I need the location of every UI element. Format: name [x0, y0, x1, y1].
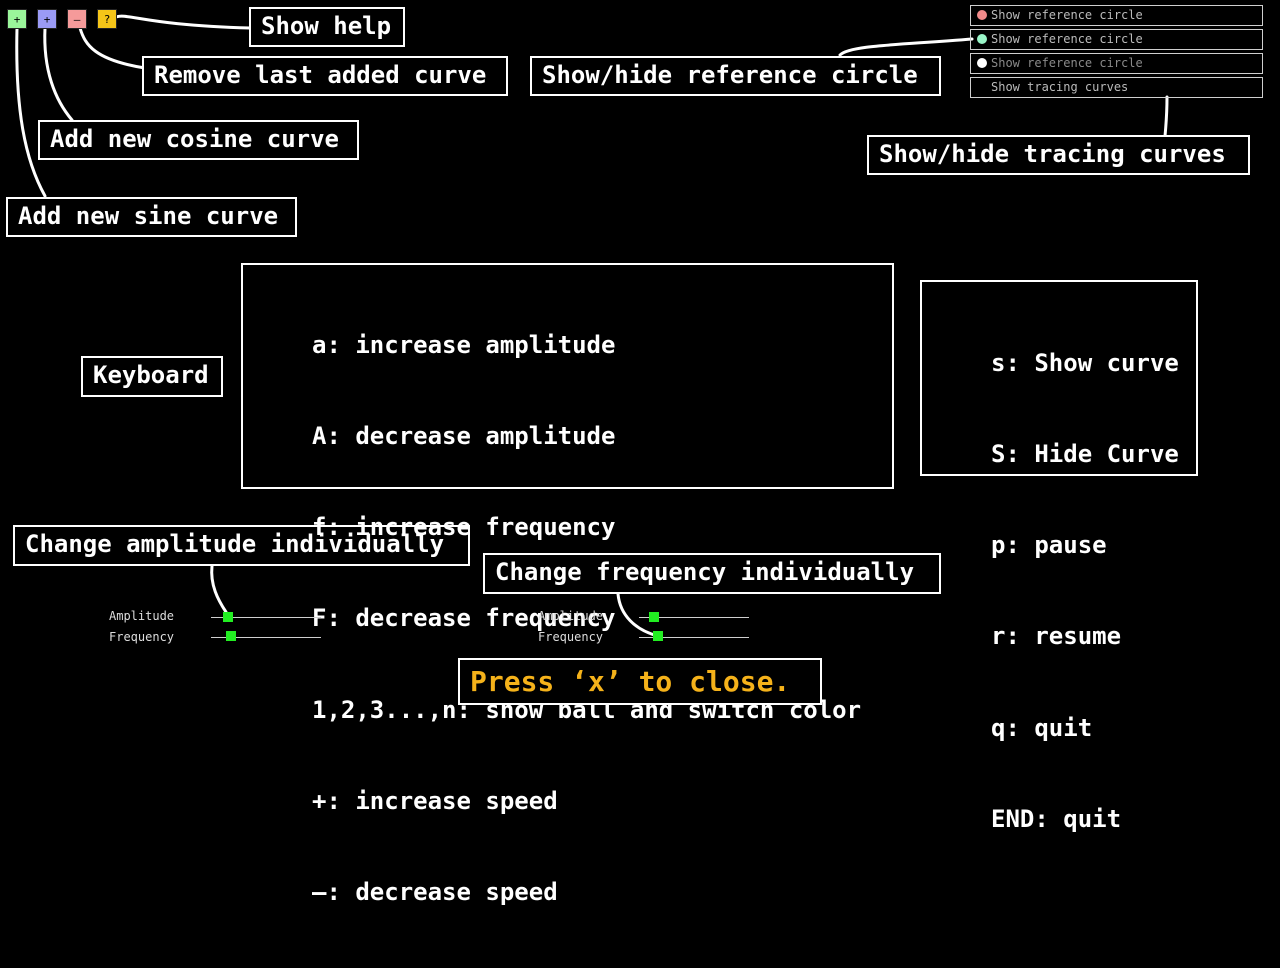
- callout-keyboard: Keyboard: [81, 356, 223, 397]
- shortcut-list: s: Show curve S: Hide Curve p: pause r: …: [991, 287, 1179, 895]
- callout-reference-circle: Show/hide reference circle: [530, 56, 941, 96]
- minus-icon: –: [73, 13, 81, 26]
- shortcut-item: S: Hide Curve: [991, 440, 1179, 469]
- legend-item-label: Show reference circle: [991, 56, 1143, 70]
- amplitude-slider-thumb[interactable]: [222, 612, 233, 622]
- plus-icon: +: [13, 13, 21, 26]
- callout-tracing-curves: Show/hide tracing curves: [867, 135, 1250, 175]
- legend-item-reference-circle-3[interactable]: Show reference circle: [970, 53, 1263, 74]
- frequency-slider-thumb[interactable]: [652, 631, 663, 641]
- legend-item-label: Show reference circle: [991, 32, 1143, 46]
- shortcut-item: p: pause: [991, 531, 1107, 560]
- frequency-slider-label: Frequency: [109, 630, 175, 644]
- callout-remove-curve: Remove last added curve: [142, 56, 508, 96]
- keyboard-shortcuts-panel: a: increase amplitude A: decrease amplit…: [241, 263, 894, 906]
- close-hint: Press ‘x’ to close.: [458, 658, 822, 705]
- legend-item-label: Show reference circle: [991, 8, 1143, 22]
- callout-add-sine: Add new sine curve: [6, 197, 297, 237]
- legend-item-tracing-curves[interactable]: Show tracing curves: [970, 77, 1263, 98]
- color-dot-icon: [977, 58, 987, 68]
- add-sine-button[interactable]: +: [7, 9, 27, 29]
- shortcut-item: a: increase amplitude: [312, 330, 616, 359]
- shortcut-item: q: quit: [991, 713, 1093, 742]
- shortcut-item: r: resume: [991, 622, 1122, 651]
- frequency-slider-thumb[interactable]: [225, 631, 236, 641]
- question-icon: ?: [103, 13, 111, 26]
- color-dot-icon: [977, 10, 987, 20]
- shortcut-item: s: Show curve: [991, 348, 1179, 377]
- legend-item-reference-circle-1[interactable]: Show reference circle: [970, 5, 1263, 26]
- amplitude-slider-label: Amplitude: [109, 609, 175, 623]
- add-cosine-button[interactable]: +: [37, 9, 57, 29]
- callout-show-help: Show help: [249, 7, 405, 47]
- shortcut-item: —: decrease speed: [312, 878, 558, 907]
- callout-add-cosine: Add new cosine curve: [38, 120, 359, 160]
- shortcut-item: END: quit: [991, 804, 1122, 833]
- shortcut-item: +: increase speed: [312, 786, 558, 815]
- help-button[interactable]: ?: [97, 9, 117, 29]
- shortcut-item: A: decrease amplitude: [312, 422, 616, 451]
- shortcut-item: f: increase frequency: [312, 513, 616, 542]
- legend-item-reference-circle-2[interactable]: Show reference circle: [970, 29, 1263, 50]
- amplitude-slider-thumb[interactable]: [649, 612, 660, 622]
- plus-icon: +: [43, 13, 51, 26]
- legend-item-label: Show tracing curves: [991, 80, 1129, 94]
- frequency-slider-label: Frequency: [538, 630, 604, 644]
- remove-curve-button[interactable]: –: [67, 9, 87, 29]
- amplitude-slider-label: Amplitude: [538, 609, 604, 623]
- keyboard-shortcuts-panel-secondary: s: Show curve S: Hide Curve p: pause r: …: [920, 280, 1198, 833]
- color-dot-icon: [977, 34, 987, 44]
